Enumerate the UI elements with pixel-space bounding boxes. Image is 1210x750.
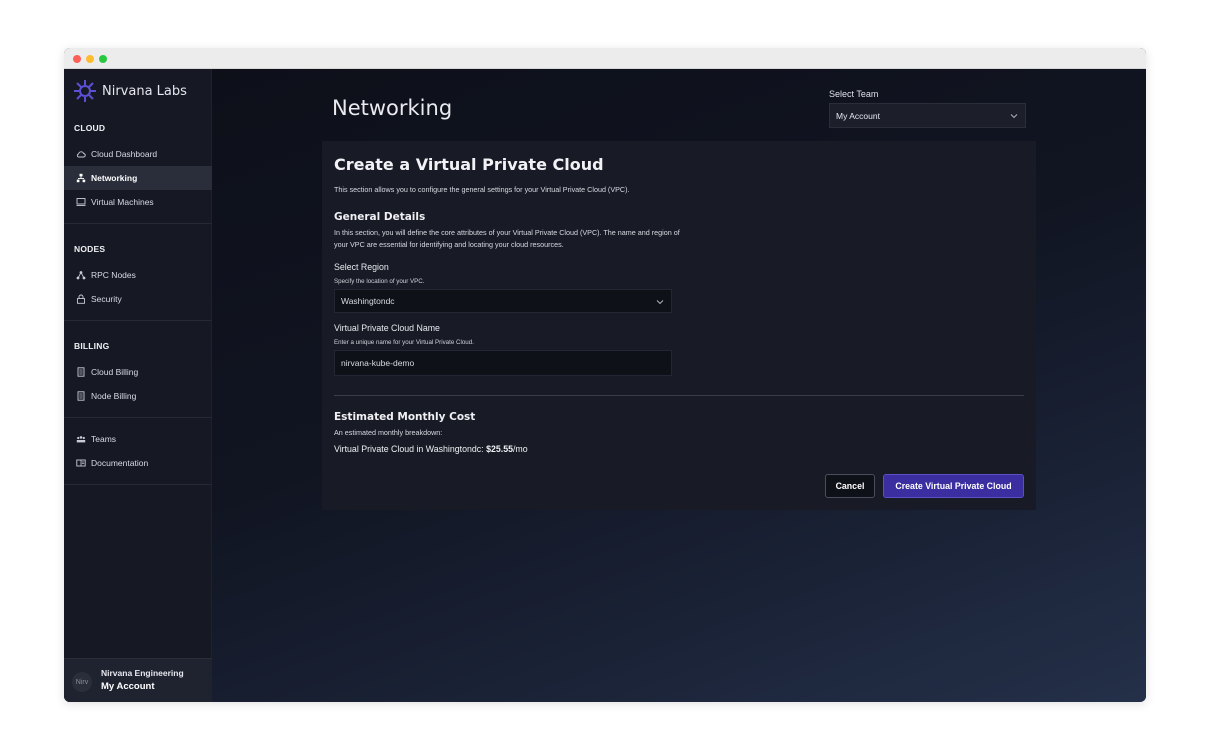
- account-name: My Account: [101, 681, 155, 692]
- cost-amount: $25.55: [486, 444, 513, 454]
- brand-name: Nirvana Labs: [102, 83, 187, 99]
- card-title: Create a Virtual Private Cloud: [334, 155, 604, 174]
- cost-line: Virtual Private Cloud in Washingtondc: $…: [334, 444, 528, 454]
- general-details-title: General Details: [334, 211, 426, 223]
- region-help: Specify the location of your VPC.: [334, 278, 425, 285]
- close-window-button[interactable]: [73, 55, 81, 63]
- team-select[interactable]: My Account: [829, 103, 1026, 128]
- brand[interactable]: Nirvana Labs: [73, 79, 187, 103]
- maximize-window-button[interactable]: [99, 55, 107, 63]
- sidebar-item-label: Networking: [91, 173, 138, 183]
- sidebar-item-label: Virtual Machines: [91, 197, 154, 207]
- create-vpc-card: Create a Virtual Private Cloud This sect…: [322, 141, 1036, 510]
- section-title-nodes: NODES: [74, 244, 106, 254]
- vpc-name-help: Enter a unique name for your Virtual Pri…: [334, 339, 474, 346]
- minimize-window-button[interactable]: [86, 55, 94, 63]
- region-select-value: Washingtondc: [341, 296, 395, 306]
- network-icon: [76, 173, 86, 183]
- sidebar-item-label: RPC Nodes: [91, 270, 136, 280]
- account-switcher[interactable]: Nirv Nirvana Engineering My Account: [64, 658, 212, 702]
- sidebar-item-label: Teams: [91, 434, 117, 444]
- avatar: Nirv: [72, 672, 92, 692]
- card-description: This section allows you to configure the…: [334, 185, 630, 194]
- lock-icon: [76, 294, 86, 304]
- monitor-icon: [76, 197, 86, 207]
- chevron-down-icon: [1010, 114, 1018, 119]
- sidebar-item-cloud-dashboard[interactable]: Cloud Dashboard: [64, 142, 212, 166]
- chevron-down-icon: [656, 300, 664, 305]
- sidebar-item-label: Cloud Dashboard: [91, 149, 158, 159]
- vpc-name-input[interactable]: nirvana-kube-demo: [334, 350, 672, 376]
- section-title-cloud: CLOUD: [74, 123, 106, 133]
- sidebar-divider: [64, 484, 212, 485]
- cost-title: Estimated Monthly Cost: [334, 411, 476, 423]
- sidebar-divider: [64, 417, 212, 418]
- window-titlebar: [64, 48, 1146, 69]
- page-title: Networking: [332, 96, 453, 120]
- team-icon: [76, 434, 86, 444]
- vpc-name-value: nirvana-kube-demo: [341, 358, 415, 368]
- sidebar-item-virtual-machines[interactable]: Virtual Machines: [64, 190, 212, 214]
- sidebar-item-label: Cloud Billing: [91, 367, 139, 377]
- region-label: Select Region: [334, 262, 389, 272]
- sidebar: Nirvana Labs CLOUD Cloud Dashboard Netwo…: [64, 69, 212, 702]
- nirvana-logo-icon: [74, 80, 96, 102]
- sidebar-item-label: Security: [91, 294, 122, 304]
- cancel-button[interactable]: Cancel: [825, 474, 875, 498]
- cost-line-prefix: Virtual Private Cloud in Washingtondc:: [334, 444, 487, 454]
- main-content: Networking Select Team My Account Create…: [212, 69, 1146, 702]
- cloud-icon: [76, 149, 86, 159]
- create-vpc-button[interactable]: Create Virtual Private Cloud: [883, 474, 1024, 498]
- sidebar-item-teams[interactable]: Teams: [64, 427, 212, 451]
- vpc-name-label: Virtual Private Cloud Name: [334, 323, 440, 333]
- team-select-value: My Account: [836, 110, 880, 121]
- app-window: Nirvana Labs CLOUD Cloud Dashboard Netwo…: [64, 48, 1146, 702]
- sidebar-item-networking[interactable]: Networking: [64, 166, 212, 190]
- cost-subtitle: An estimated monthly breakdown:: [334, 428, 443, 437]
- section-title-billing: BILLING: [74, 341, 110, 351]
- general-details-description: In this section, you will define the cor…: [334, 228, 680, 249]
- sidebar-item-label: Node Billing: [91, 391, 137, 401]
- sidebar-item-label: Documentation: [91, 458, 149, 468]
- sidebar-divider: [64, 320, 212, 321]
- sidebar-item-documentation[interactable]: Documentation: [64, 451, 212, 475]
- sidebar-item-node-billing[interactable]: Node Billing: [64, 384, 212, 408]
- cost-suffix: /mo: [512, 444, 528, 454]
- receipt-icon: [76, 367, 86, 377]
- sidebar-divider: [64, 223, 212, 224]
- nodes-icon: [76, 270, 86, 280]
- sidebar-item-rpc-nodes[interactable]: RPC Nodes: [64, 263, 212, 287]
- receipt-icon: [76, 391, 86, 401]
- region-select[interactable]: Washingtondc: [334, 289, 672, 313]
- sidebar-item-cloud-billing[interactable]: Cloud Billing: [64, 360, 212, 384]
- account-org: Nirvana Engineering: [101, 668, 184, 678]
- book-icon: [76, 458, 86, 468]
- sidebar-item-security[interactable]: Security: [64, 287, 212, 311]
- team-select-label: Select Team: [829, 89, 879, 99]
- section-divider: [334, 395, 1024, 396]
